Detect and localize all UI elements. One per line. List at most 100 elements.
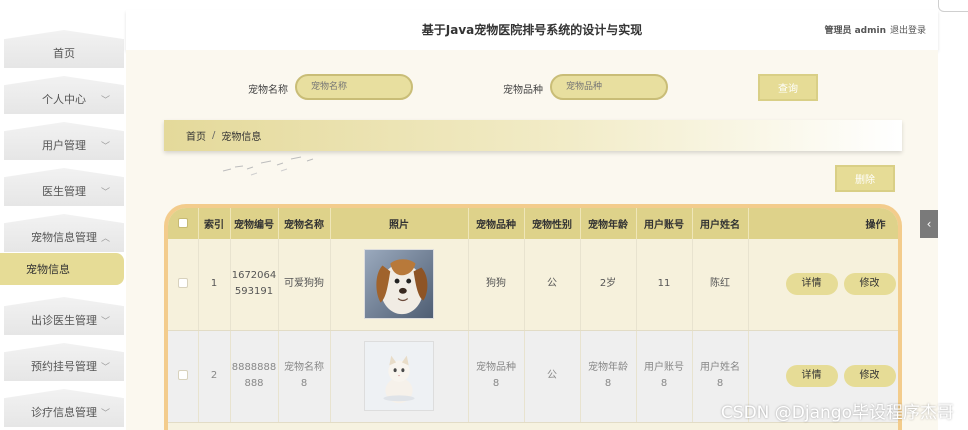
pet-id-line: 888 xyxy=(244,378,264,389)
account-line: 8 xyxy=(660,378,668,389)
chevron-down-icon: ﹀ xyxy=(100,142,110,152)
sidebar-item-label: 预约挂号管理 xyxy=(31,360,97,373)
owner-line: 8 xyxy=(716,378,724,389)
current-user-label: 管理员 admin xyxy=(824,26,886,36)
photo-cell xyxy=(330,330,469,423)
pet-id-line: 8888888 xyxy=(231,362,277,373)
pet-id-cell: 1672064 593191 xyxy=(230,239,279,331)
sidebar-item-doctor-management[interactable]: 医生管理 ﹀ xyxy=(4,168,124,206)
column-header: 操作 xyxy=(748,208,898,239)
column-header: 宠物性别 xyxy=(524,208,581,239)
column-header: 宠物品种 xyxy=(468,208,525,239)
decorative-strokes xyxy=(222,156,314,176)
gender-cell: 公 xyxy=(524,330,581,423)
sidebar-item-home[interactable]: 首页 xyxy=(4,30,124,68)
top-header: 基于Java宠物医院排号系统的设计与实现 管理员 admin 退出登录 xyxy=(126,10,938,50)
window-corner xyxy=(938,0,968,12)
chevron-down-icon: ﹀ xyxy=(100,409,110,419)
pet-id-line: 593191 xyxy=(234,286,274,298)
account-cell: 11 xyxy=(636,239,693,331)
select-all-checkbox[interactable] xyxy=(177,218,188,228)
age-line: 宠物年龄 xyxy=(588,362,628,373)
main-content: 宠物名称 宠物品种 查询 首页 / 宠物信息 删除 xyxy=(126,50,938,430)
sidebar-item-user-management[interactable]: 用户管理 ﹀ xyxy=(4,122,124,160)
row-checkbox[interactable] xyxy=(177,370,188,380)
query-button[interactable]: 查询 xyxy=(758,74,818,101)
breadcrumb-separator: / xyxy=(212,130,216,141)
sidebar-item-visiting-doctor-management[interactable]: 出诊医生管理 ﹀ xyxy=(4,297,124,335)
column-header: 用户账号 xyxy=(636,208,693,239)
app-root: 首页 个人中心 ﹀ 用户管理 ﹀ 医生管理 ﹀ 宠物信息管理 ︿ 宠物信息 出诊… xyxy=(0,0,968,430)
sidebar-item-label: 医生管理 xyxy=(42,185,86,198)
column-header: 宠物编号 xyxy=(230,208,279,239)
pet-breed-label: 宠物品种 xyxy=(503,85,543,96)
sidebar-item-label: 用户管理 xyxy=(42,139,86,152)
pet-id-line: 1672064 xyxy=(231,270,277,282)
chevron-left-icon[interactable]: ‹ xyxy=(920,210,938,238)
edit-button[interactable]: 修改 xyxy=(843,273,896,296)
pet-name-cell: 可爱狗狗 xyxy=(278,239,331,331)
breed-cell: 宠物品种 8 xyxy=(468,330,525,423)
breadcrumb-home[interactable]: 首页 xyxy=(186,128,206,143)
breed-cell: 狗狗 xyxy=(468,239,525,331)
pet-breed-input[interactable] xyxy=(550,74,668,100)
pet-name-input[interactable] xyxy=(295,74,413,100)
breed-line: 宠物品种 xyxy=(476,362,516,373)
detail-button[interactable]: 详情 xyxy=(785,273,838,296)
row-checkbox[interactable] xyxy=(177,278,188,289)
column-header: 宠物年龄 xyxy=(580,208,637,239)
sidebar-item-pet-info-management[interactable]: 宠物信息管理 ︿ xyxy=(4,214,124,252)
photo-cell xyxy=(330,239,469,331)
watermark: CSDN @Django毕设程序杰哥 xyxy=(720,403,954,423)
pet-info-table: 索引 宠物编号 宠物名称 照片 宠物品种 宠物性别 宠物年龄 用户账号 用户姓名… xyxy=(164,204,902,430)
chevron-down-icon: ﹀ xyxy=(100,363,110,373)
detail-button[interactable]: 详情 xyxy=(785,365,838,387)
age-line: 8 xyxy=(604,378,612,389)
sidebar: 首页 个人中心 ﹀ 用户管理 ﹀ 医生管理 ﹀ 宠物信息管理 ︿ 宠物信息 出诊… xyxy=(0,0,126,430)
column-header: 索引 xyxy=(198,208,231,239)
pet-name-label: 宠物名称 xyxy=(248,85,288,96)
pet-id-cell: 8888888 888 xyxy=(230,330,279,423)
sidebar-item-label: 诊疗信息管理 xyxy=(31,406,97,419)
column-header: 用户姓名 xyxy=(692,208,749,239)
index-cell: 2 xyxy=(198,330,231,423)
sidebar-item-appointment-management[interactable]: 预约挂号管理 ﹀ xyxy=(4,343,124,381)
sidebar-item-label: 出诊医生管理 xyxy=(31,314,97,327)
pet-name-line: 8 xyxy=(300,378,308,389)
breed-line: 8 xyxy=(492,378,500,389)
owner-line: 用户姓名 xyxy=(700,362,740,373)
chevron-down-icon: ﹀ xyxy=(100,188,110,198)
breadcrumb-current: 宠物信息 xyxy=(221,132,262,143)
sidebar-subitem-label: 宠物信息 xyxy=(26,263,70,276)
delete-button[interactable]: 删除 xyxy=(835,165,895,192)
sidebar-subitem-pet-info[interactable]: 宠物信息 xyxy=(0,253,124,285)
table-header-row: 索引 宠物编号 宠物名称 照片 宠物品种 宠物性别 宠物年龄 用户账号 用户姓名… xyxy=(168,208,898,239)
cat-photo xyxy=(364,341,434,411)
sidebar-item-label: 个人中心 xyxy=(42,93,86,106)
select-all-cell xyxy=(168,208,199,239)
table-row: 1 1672064 593191 可爱狗狗 狗狗 公 2岁 11 陈红 详情 修… xyxy=(168,239,898,331)
age-cell: 2岁 xyxy=(580,239,637,331)
row-select-cell xyxy=(168,239,199,331)
pet-name-cell: 宠物名称 8 xyxy=(278,330,331,423)
sidebar-item-personal-center[interactable]: 个人中心 ﹀ xyxy=(4,76,124,114)
row-select-cell xyxy=(168,330,199,423)
column-header: 照片 xyxy=(330,208,469,239)
gender-cell: 公 xyxy=(524,239,581,331)
chevron-down-icon: ﹀ xyxy=(100,96,110,106)
chevron-down-icon: ﹀ xyxy=(100,317,110,327)
chevron-up-icon: ︿ xyxy=(100,234,110,244)
page-title: 基于Java宠物医院排号系统的设计与实现 xyxy=(421,23,643,37)
dog-photo xyxy=(364,249,434,320)
column-header: 宠物名称 xyxy=(278,208,331,239)
owner-cell: 陈红 xyxy=(692,239,749,331)
breadcrumb: 首页 / 宠物信息 xyxy=(164,120,902,151)
age-cell: 宠物年龄 8 xyxy=(580,330,637,423)
actions-cell: 详情 修改 xyxy=(748,239,898,331)
edit-button[interactable]: 修改 xyxy=(843,365,896,387)
pet-name-line: 宠物名称 xyxy=(284,362,324,373)
account-line: 用户账号 xyxy=(644,362,684,373)
logout-link[interactable]: 退出登录 xyxy=(890,23,926,36)
sidebar-item-diagnosis-management[interactable]: 诊疗信息管理 ﹀ xyxy=(4,389,124,427)
sidebar-item-label: 首页 xyxy=(53,47,75,60)
